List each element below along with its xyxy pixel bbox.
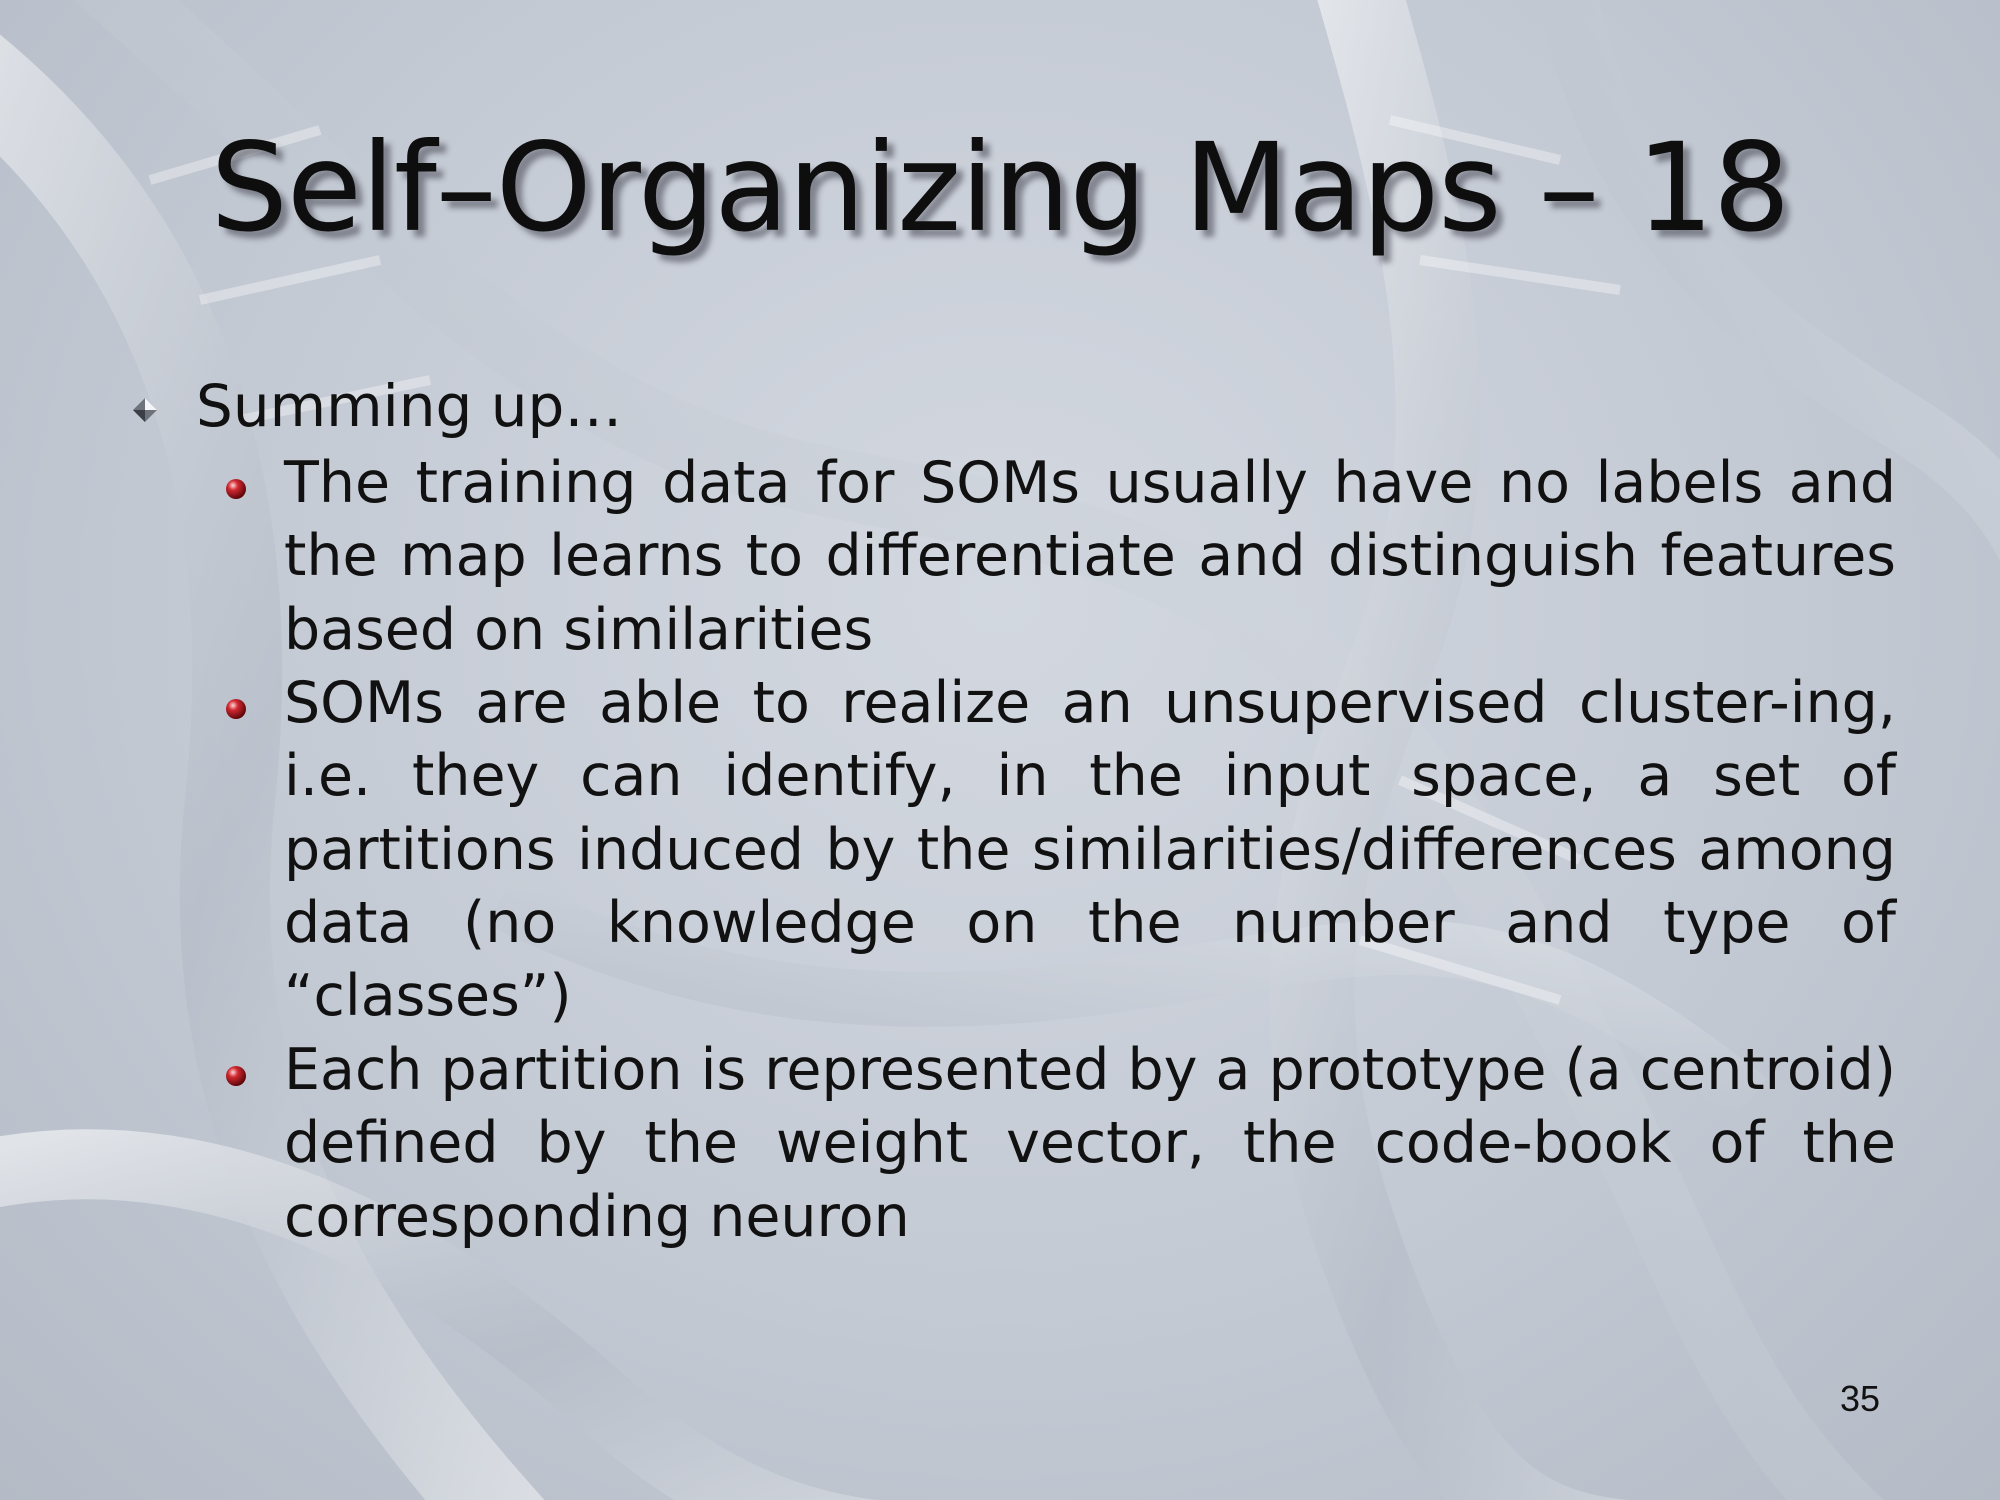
slide: Self–Organizing Maps – 18 Summing up… Th…	[0, 0, 2000, 1500]
page-number: 35	[1839, 1378, 1880, 1419]
red-ball-bullet-icon	[226, 1066, 246, 1086]
bullet-item-2: SOMs are able to realize an unsupervised…	[284, 670, 1896, 1030]
slide-content: Summing up… The training data for SOMs u…	[0, 0, 2000, 1500]
red-ball-bullet-icon	[226, 479, 246, 499]
red-ball-bullet-icon	[226, 699, 246, 719]
diamond-bullet-icon	[133, 398, 157, 422]
bullet-item-3: Each partition is represented by a proto…	[284, 1037, 1896, 1250]
heading-summing-up: Summing up…	[196, 372, 623, 440]
bullet-item-1: The training data for SOMs usually have …	[284, 450, 1896, 663]
